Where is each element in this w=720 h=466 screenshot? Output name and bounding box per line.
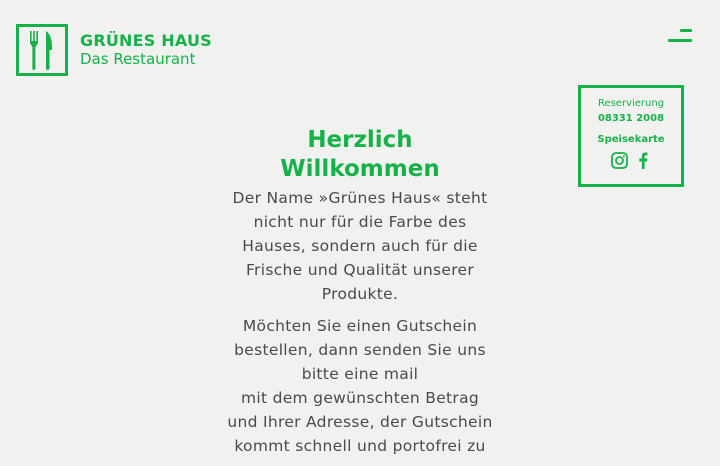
instagram-icon[interactable] [610, 151, 628, 169]
menu-card-link[interactable]: Speisekarte [581, 134, 681, 145]
logo-link[interactable]: GRÜNES HAUS Das Restaurant [16, 24, 212, 76]
facebook-icon[interactable] [634, 151, 652, 169]
title-line-2: Willkommen [280, 156, 440, 182]
social-links [581, 151, 681, 169]
title-line-1: Herzlich [307, 127, 413, 153]
intro-line: Hauses, sondern auch für die [242, 237, 478, 255]
intro-line: Der Name »Grünes Haus« steht [232, 189, 488, 207]
reservation-label: Reservierung [597, 98, 665, 109]
voucher-line: kommt schnell und portofrei zu [234, 437, 486, 455]
voucher-paragraph: Möchten Sie einen Gutschein bestellen, d… [220, 314, 500, 458]
logo-subtitle: Das Restaurant [80, 49, 196, 68]
main-content: Herzlich Willkommen Der Name »Grünes Hau… [220, 126, 500, 466]
intro-line: nicht nur für die Farbe des [253, 213, 467, 231]
fork-knife-logo-icon [16, 24, 68, 76]
hamburger-menu-icon[interactable] [664, 28, 696, 46]
intro-paragraph: Der Name »Grünes Haus« steht nicht nur f… [220, 186, 500, 306]
reservation-box: Reservierung 08331 2008 Speisekarte [578, 85, 684, 187]
voucher-line: bestellen, dann senden Sie uns [234, 341, 486, 359]
logo-name: GRÜNES HAUS [80, 31, 212, 51]
voucher-line: bitte eine mail [301, 365, 419, 383]
intro-line: Produkte. [321, 285, 399, 303]
menu-bar-top [680, 29, 692, 32]
voucher-line: und Ihrer Adresse, der Gutschein [227, 413, 493, 431]
phone-link[interactable]: 08331 2008 [581, 113, 681, 124]
logo-text: GRÜNES HAUS Das Restaurant [80, 31, 212, 68]
voucher-line: Möchten Sie einen Gutschein [242, 317, 478, 335]
intro-line: Frische und Qualität unserer [245, 261, 475, 279]
page-title: Herzlich Willkommen [220, 126, 500, 184]
voucher-line: mit dem gewünschten Betrag [240, 389, 480, 407]
menu-bar-bottom [668, 39, 692, 42]
